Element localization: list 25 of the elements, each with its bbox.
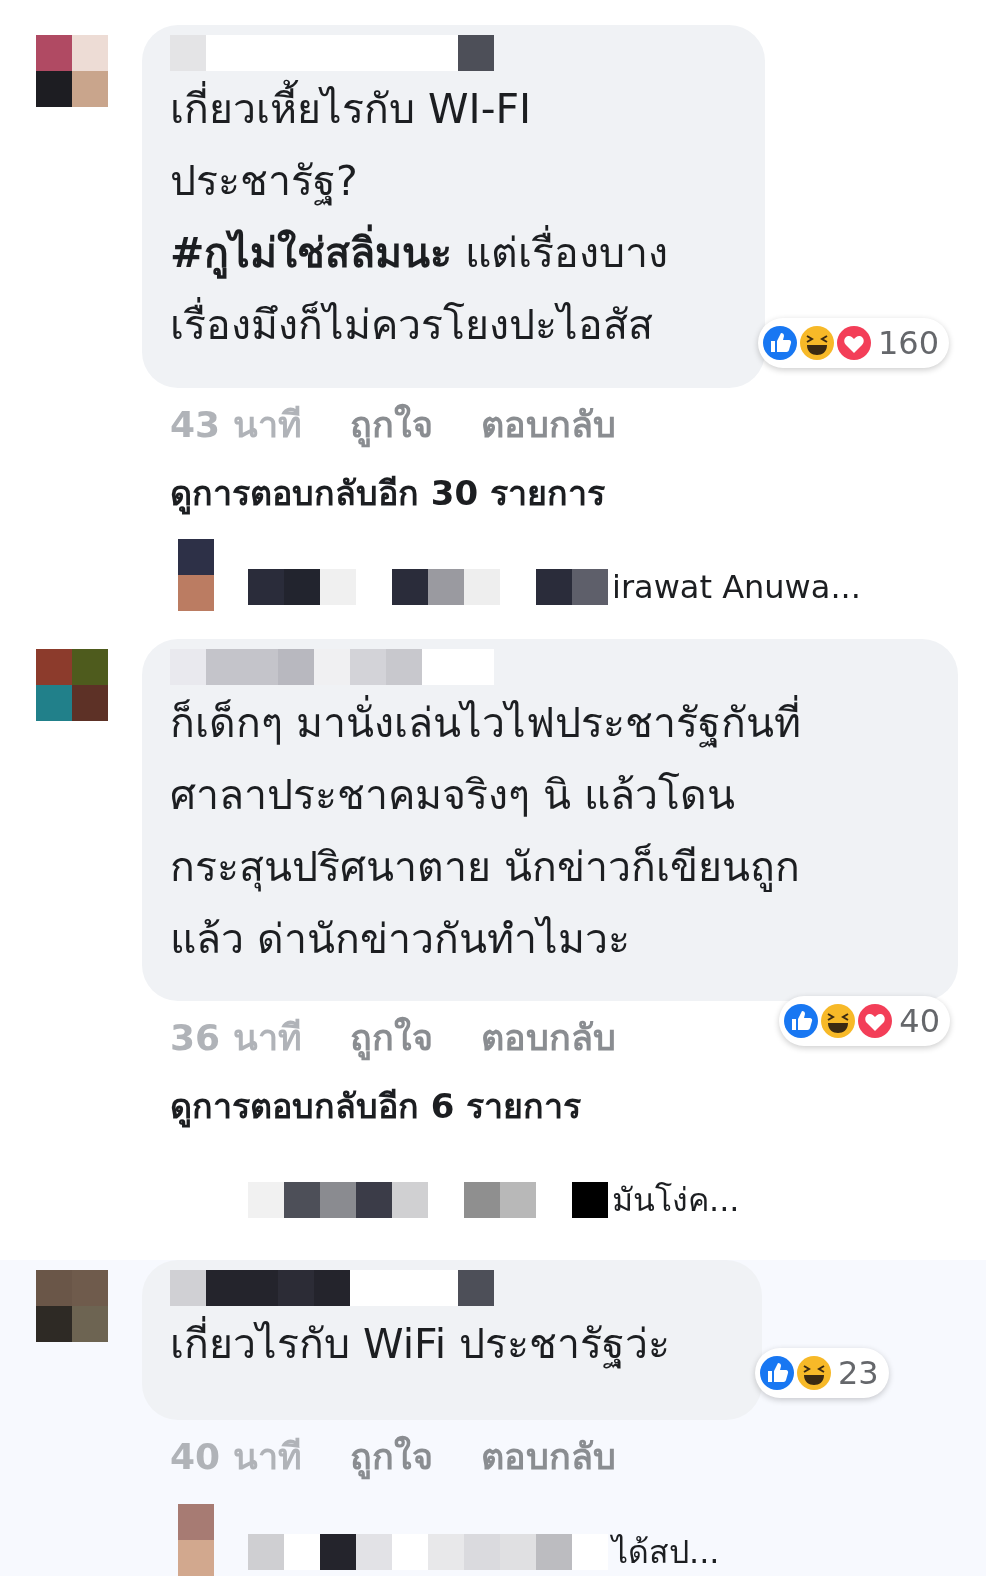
pixelated-avatar-drawing (36, 1270, 108, 1342)
reaction-badge[interactable]: 40 (779, 996, 950, 1046)
reply-preview-text[interactable]: irawat Anuwa... (612, 563, 861, 611)
comment-text: เกี่ยวไรกับ WiFi ประชารัฐว่ะ (170, 1308, 734, 1380)
comment-text: เกี่ยวเหี้ยไรกับ WI-FI ประชารัฐ? #กูไม่ใช่สลิ่มนะ แต่เรื่องบาง เรื่องมึงก็ไม่ควรโยงปะไอสัส (170, 73, 737, 361)
action-link[interactable]: ถูกใจ (349, 398, 433, 452)
action-link[interactable]: ถูกใจ (349, 1430, 433, 1484)
action-link[interactable]: ถูกใจ (349, 1011, 433, 1065)
timestamp: 36 นาที (170, 1016, 302, 1060)
action-link[interactable]: ตอบกลับ (480, 1011, 616, 1065)
reply-preview-text[interactable]: ได้สป... (612, 1528, 720, 1576)
action-link[interactable]: ตอบกลับ (480, 398, 616, 452)
pixelated-avatar-drawing (178, 539, 214, 611)
view-replies-link[interactable]: ดูการตอบกลับอีก 30 รายการ (170, 468, 605, 519)
comment-text: ก็เด็กๆ มานั่งเล่นไวไฟประชารัฐกันที่ ศาลาประชาคมจริงๆ นิ แล้วโดน กระสุนปริศนาตาย นักข่าวก็เขียนถูก แล้ว ด่านักข่าวกันทำไมวะ (170, 687, 930, 975)
pixelated-avatar-drawing (178, 1504, 214, 1576)
timestamp: 43 นาที (170, 403, 302, 447)
timestamp: 40 นาที (170, 1435, 302, 1479)
reaction-badge[interactable]: 23 (755, 1348, 889, 1398)
pixelated-avatar-drawing (36, 35, 108, 107)
reply-preview-text[interactable]: มันโง่ค... (612, 1176, 740, 1224)
pixelated-avatar-drawing (36, 649, 108, 721)
view-replies-link[interactable]: ดูการตอบกลับอีก 6 รายการ (170, 1081, 582, 1132)
action-link[interactable]: ตอบกลับ (480, 1430, 616, 1484)
reaction-badge[interactable]: 160 (758, 318, 950, 368)
